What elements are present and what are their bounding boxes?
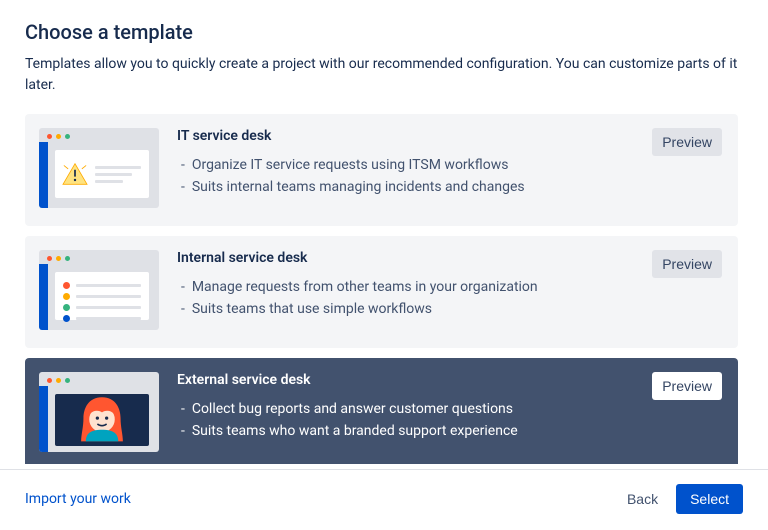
back-button[interactable]: Back: [627, 491, 658, 507]
template-bullet: Organize IT service requests using ITSM …: [177, 154, 722, 176]
preview-button[interactable]: Preview: [652, 128, 722, 156]
page-title: Choose a template: [25, 20, 743, 44]
template-bullet: Collect bug reports and answer customer …: [177, 398, 722, 420]
template-card-external-service-desk[interactable]: External service desk Collect bug report…: [25, 358, 738, 464]
page-subtitle: Templates allow you to quickly create a …: [25, 54, 743, 96]
preview-button[interactable]: Preview: [652, 372, 722, 400]
template-bullet: Manage requests from other teams in your…: [177, 276, 722, 298]
template-title: IT service desk: [177, 128, 722, 144]
import-your-work-link[interactable]: Import your work: [25, 491, 131, 507]
external-service-desk-icon: [39, 372, 159, 452]
template-title: External service desk: [177, 372, 722, 388]
footer: Import your work Back Select: [0, 469, 768, 530]
it-service-desk-icon: [39, 128, 159, 208]
internal-service-desk-icon: [39, 250, 159, 330]
template-bullet: Suits teams that use simple workflows: [177, 298, 722, 320]
template-card-internal-service-desk[interactable]: Internal service desk Manage requests fr…: [25, 236, 738, 348]
template-list[interactable]: IT service desk Organize IT service requ…: [25, 114, 743, 464]
template-bullet: Suits teams who want a branded support e…: [177, 420, 722, 442]
template-bullet: Suits internal teams managing incidents …: [177, 176, 722, 198]
template-card-it-service-desk[interactable]: IT service desk Organize IT service requ…: [25, 114, 738, 226]
select-button[interactable]: Select: [676, 484, 743, 514]
preview-button[interactable]: Preview: [652, 250, 722, 278]
template-title: Internal service desk: [177, 250, 722, 266]
